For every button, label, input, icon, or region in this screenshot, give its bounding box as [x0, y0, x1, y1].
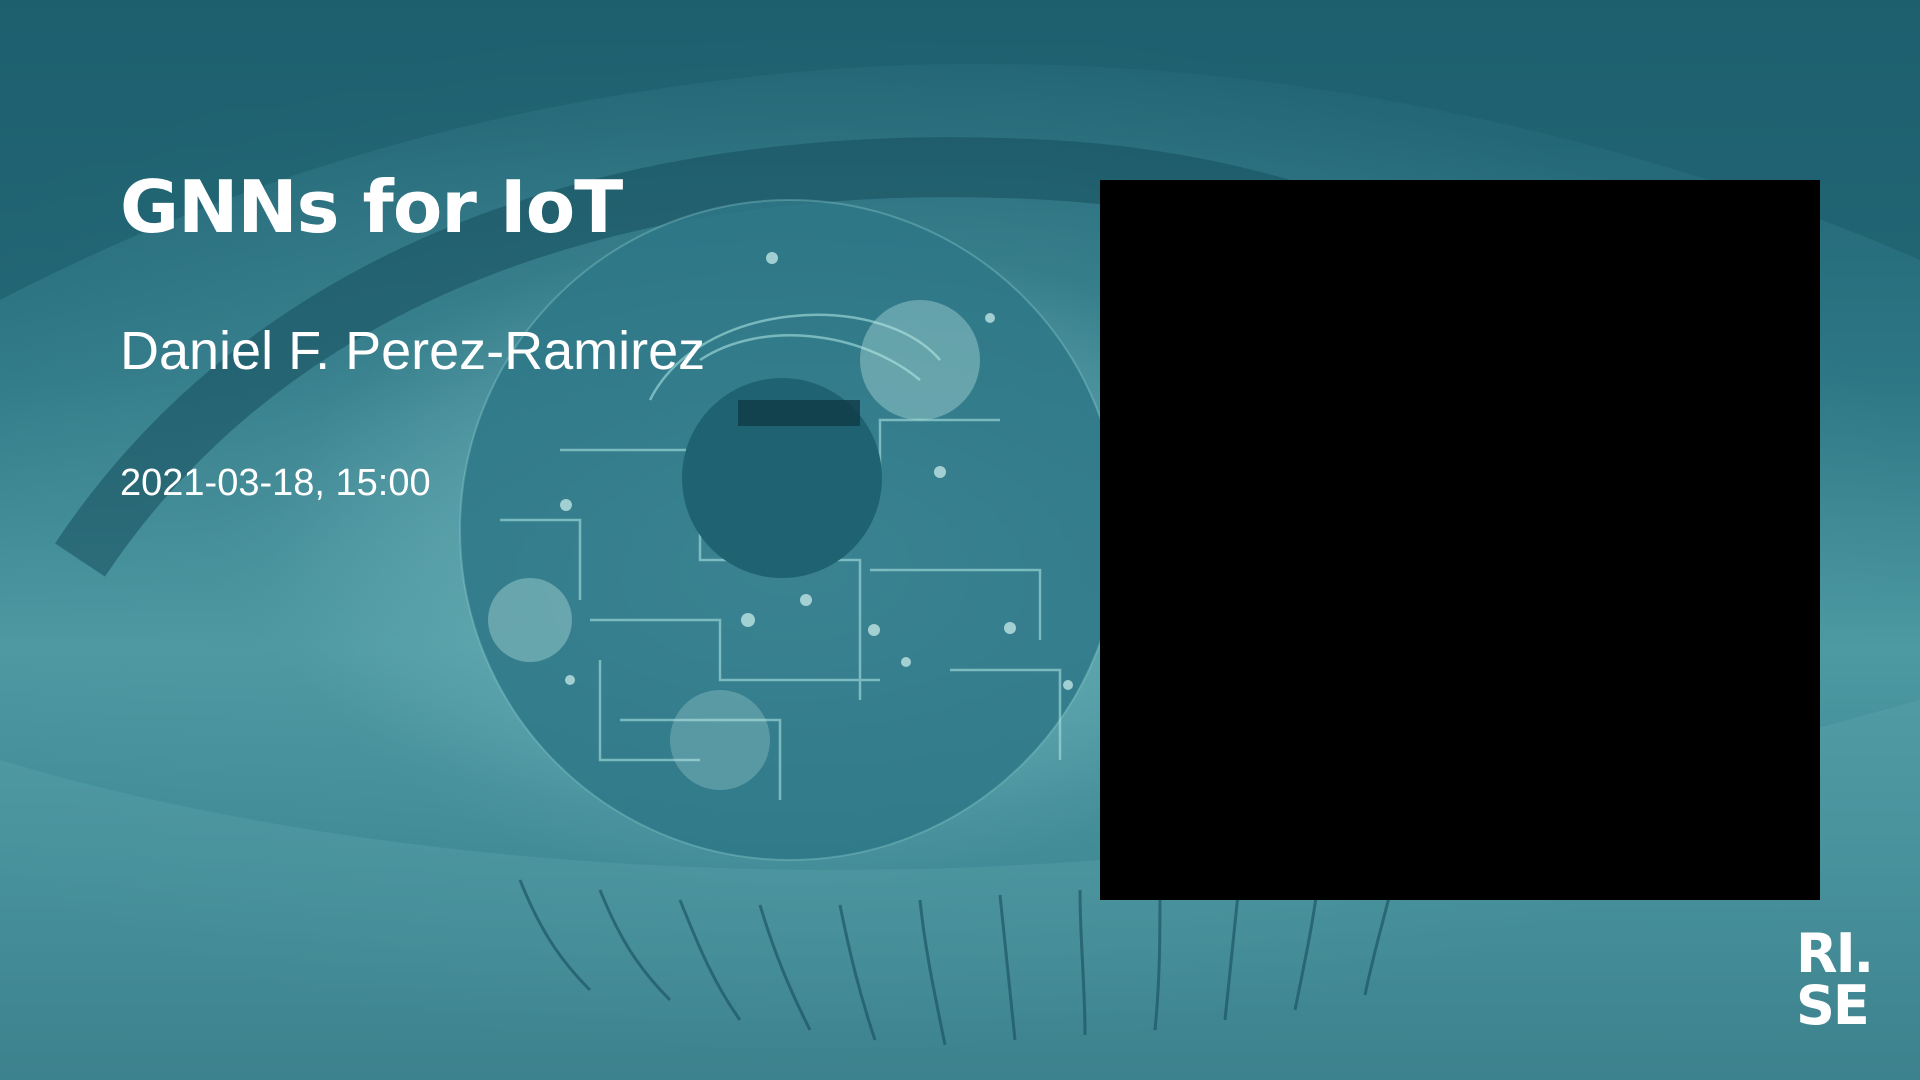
- title-slide: GNNs for IoT Daniel F. Perez-Ramirez 202…: [0, 0, 1920, 1080]
- video-placeholder: [1100, 180, 1820, 900]
- logo-line-1: RI.: [1796, 922, 1874, 985]
- presenter-name: Daniel F. Perez-Ramirez: [120, 321, 706, 381]
- slide-title: GNNs for IoT: [120, 165, 623, 249]
- rise-logo: RI. SE: [1796, 922, 1892, 1037]
- presentation-datetime: 2021-03-18, 15:00: [120, 462, 431, 504]
- logo-line-2: SE: [1796, 974, 1870, 1037]
